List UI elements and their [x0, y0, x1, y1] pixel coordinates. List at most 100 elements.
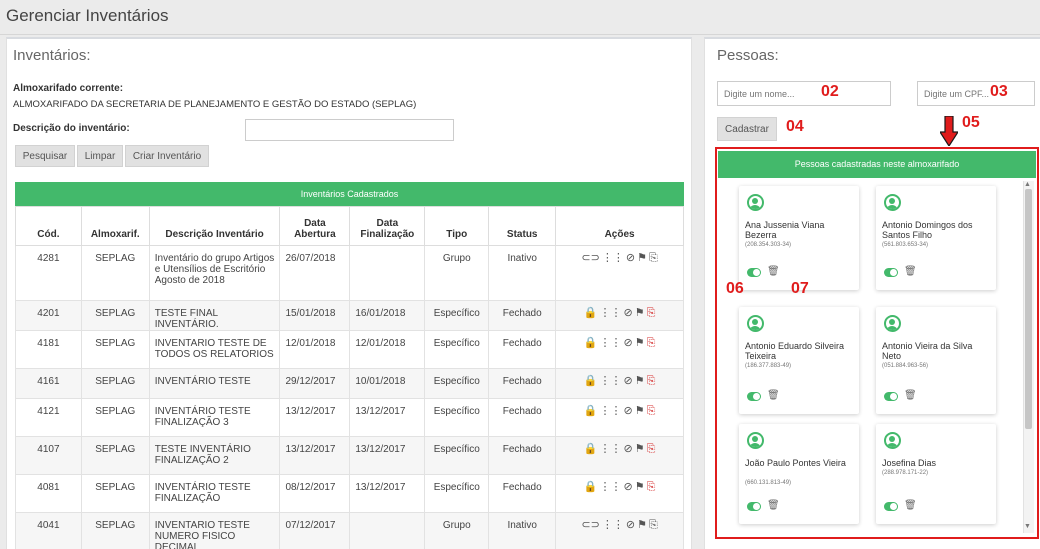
col-header[interactable]: Cód.: [15, 206, 82, 246]
check-circle-icon[interactable]: ⊘: [626, 520, 635, 531]
hierarchy-icon[interactable]: ⋮⋮: [599, 308, 621, 319]
name-input[interactable]: [717, 81, 891, 106]
user-avatar-icon: [884, 194, 901, 211]
pdf-icon[interactable]: ⎘: [647, 338, 656, 349]
person-card: Antonio Eduardo Silveira Teixeira (186.37…: [739, 307, 859, 414]
arrow-down-icon: [940, 116, 958, 146]
flag-icon[interactable]: ⚑: [637, 253, 647, 264]
pdf-icon[interactable]: ⎘: [647, 482, 656, 493]
table-row: 4041 SEPLAG INVENTARIO TESTE NUMERO FISICO…: [15, 512, 684, 549]
hierarchy-icon[interactable]: ⋮⋮: [602, 520, 624, 531]
create-inventory-button[interactable]: Criar Inventário: [125, 145, 209, 167]
cell-almox: SEPLAG: [80, 300, 150, 331]
check-circle-icon[interactable]: ⊘: [623, 308, 632, 319]
cell-cod: 4081: [15, 474, 82, 513]
person-cpf: (208.354.303-34): [745, 242, 792, 248]
flag-icon[interactable]: ⚑: [635, 308, 645, 319]
hierarchy-icon[interactable]: ⋮⋮: [599, 338, 621, 349]
cell-actions: ⊂⊃ ⋮⋮ ⊘ ⚑ ⎘: [555, 512, 684, 549]
pdf-icon[interactable]: ⎘: [647, 376, 656, 387]
pdf-icon[interactable]: ⎘: [647, 444, 656, 455]
table-row: 4081 SEPLAG INVENTÁRIO TESTE FINALIZAÇÃO 08…: [15, 474, 684, 513]
active-toggle-icon[interactable]: [884, 268, 898, 277]
row-actions: ⊂⊃ ⋮⋮ ⊘ ⚑ ⎘: [581, 520, 657, 531]
cell-abertura: 13/12/2017: [279, 436, 351, 475]
cell-abertura: 13/12/2017: [279, 398, 351, 437]
hierarchy-icon[interactable]: ⋮⋮: [599, 482, 621, 493]
lock-icon[interactable]: 🔒: [584, 308, 598, 319]
hierarchy-icon[interactable]: ⋮⋮: [599, 376, 621, 387]
cell-cod: 4107: [15, 436, 82, 475]
flag-icon[interactable]: ⚑: [635, 338, 645, 349]
trash-icon[interactable]: 🗑: [767, 267, 780, 277]
flag-icon[interactable]: ⚑: [635, 376, 645, 387]
active-toggle-icon[interactable]: [747, 268, 761, 277]
check-circle-icon[interactable]: ⊘: [623, 406, 632, 417]
cell-status: Inativo: [488, 245, 557, 301]
cell-finalizacao: 13/12/2017: [349, 436, 426, 475]
people-list-title: Pessoas cadastradas neste almoxarifado: [718, 151, 1036, 178]
check-circle-icon[interactable]: ⊘: [623, 376, 632, 387]
lock-icon[interactable]: 🔒: [584, 482, 598, 493]
trash-icon[interactable]: 🗑: [767, 391, 780, 401]
cell-cod: 4121: [15, 398, 82, 437]
cell-actions: 🔒 ⋮⋮ ⊘ ⚑ ⎘: [555, 300, 684, 331]
cell-tipo: Específico: [424, 436, 490, 475]
search-button[interactable]: Pesquisar: [15, 145, 75, 167]
flag-icon[interactable]: ⚑: [635, 444, 645, 455]
trash-icon[interactable]: 🗑: [904, 501, 917, 511]
toggle-off-icon[interactable]: ⊂⊃: [581, 253, 599, 264]
desc-input[interactable]: [245, 119, 454, 141]
clear-button[interactable]: Limpar: [77, 145, 123, 167]
register-button[interactable]: Cadastrar: [717, 117, 777, 141]
col-header[interactable]: Data Abertura: [279, 206, 351, 246]
flag-icon[interactable]: ⚑: [637, 520, 647, 531]
pdf-icon[interactable]: ⎘: [649, 520, 658, 531]
lock-icon[interactable]: 🔒: [584, 376, 598, 387]
cell-status: Fechado: [488, 436, 557, 475]
active-toggle-icon[interactable]: [884, 392, 898, 401]
pdf-icon[interactable]: ⎘: [647, 308, 656, 319]
lock-icon[interactable]: 🔒: [584, 406, 598, 417]
cell-tipo: Específico: [424, 368, 490, 399]
pdf-icon[interactable]: ⎘: [647, 406, 656, 417]
desc-label: Descrição do inventário:: [13, 123, 130, 134]
trash-icon[interactable]: 🗑: [904, 391, 917, 401]
check-circle-icon[interactable]: ⊘: [623, 444, 632, 455]
table-header-row: Cód. Almoxarif. Descrição Inventário Dat…: [15, 206, 684, 246]
user-avatar-icon: [747, 315, 764, 332]
hierarchy-icon[interactable]: ⋮⋮: [602, 253, 624, 264]
person-card: Ana Jussenia Viana Bezerra (208.354.303-3…: [739, 186, 859, 290]
check-circle-icon[interactable]: ⊘: [623, 482, 632, 493]
cell-finalizacao: [349, 512, 426, 549]
flag-icon[interactable]: ⚑: [635, 406, 645, 417]
cell-almox: SEPLAG: [80, 330, 150, 369]
col-header[interactable]: Tipo: [424, 206, 490, 246]
check-circle-icon[interactable]: ⊘: [623, 338, 632, 349]
cell-almox: SEPLAG: [80, 512, 150, 549]
col-header[interactable]: Descrição Inventário: [148, 206, 281, 246]
pdf-icon[interactable]: ⎘: [649, 253, 658, 264]
flag-icon[interactable]: ⚑: [635, 482, 645, 493]
scroll-up-icon[interactable]: ▲: [1024, 181, 1031, 188]
cell-abertura: 08/12/2017: [279, 474, 351, 513]
active-toggle-icon[interactable]: [747, 502, 761, 511]
scroll-down-icon[interactable]: ▼: [1024, 523, 1031, 530]
row-actions: 🔒 ⋮⋮ ⊘ ⚑ ⎘: [584, 376, 656, 387]
active-toggle-icon[interactable]: [747, 392, 761, 401]
hierarchy-icon[interactable]: ⋮⋮: [599, 406, 621, 417]
hierarchy-icon[interactable]: ⋮⋮: [599, 444, 621, 455]
lock-icon[interactable]: 🔒: [584, 338, 598, 349]
people-scrollbar-thumb[interactable]: [1025, 189, 1032, 429]
cpf-input[interactable]: [917, 81, 1035, 106]
cell-cod: 4161: [15, 368, 82, 399]
active-toggle-icon[interactable]: [884, 502, 898, 511]
col-header[interactable]: Data Finalização: [349, 206, 426, 246]
check-circle-icon[interactable]: ⊘: [626, 253, 635, 264]
col-header[interactable]: Status: [488, 206, 557, 246]
trash-icon[interactable]: 🗑: [904, 267, 917, 277]
col-header[interactable]: Almoxarif.: [80, 206, 150, 246]
toggle-off-icon[interactable]: ⊂⊃: [581, 520, 599, 531]
lock-icon[interactable]: 🔒: [584, 444, 598, 455]
trash-icon[interactable]: 🗑: [767, 501, 780, 511]
